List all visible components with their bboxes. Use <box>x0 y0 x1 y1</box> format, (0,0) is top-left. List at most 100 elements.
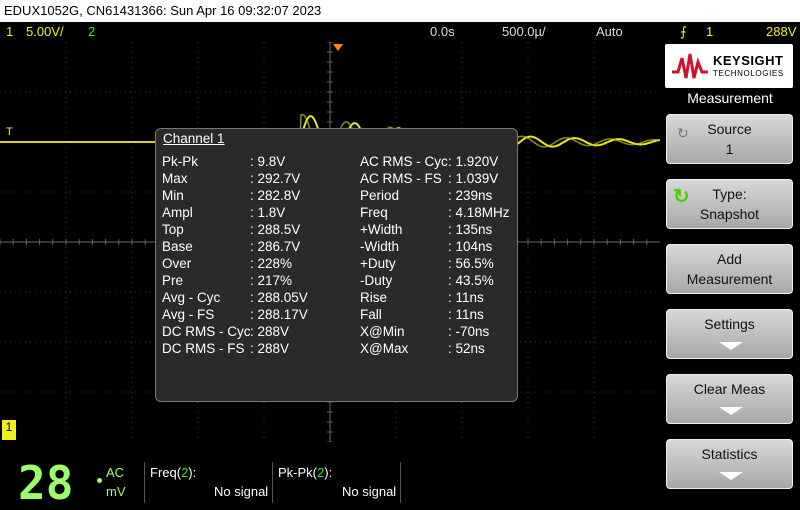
trigger-level-marker: T <box>6 126 13 138</box>
measurement-row: DC RMS - Cyc: 288V <box>162 323 342 340</box>
measurement-row: X@Max : 52ns <box>360 340 540 357</box>
measurement-row: -Width: 104ns <box>360 238 540 255</box>
softkey-panel: KEYSIGHT TECHNOLOGIES Measurement ↻ Sour… <box>660 42 800 503</box>
time-offset[interactable]: 0.0s <box>430 22 455 42</box>
measurement-label: Pk-Pk <box>162 154 199 169</box>
measurement-value: : 288.5V <box>250 222 301 237</box>
measurement-label: Period <box>360 188 400 203</box>
trigger-mode[interactable]: Auto <box>596 22 623 42</box>
title-bar: EDUX1052G, CN61431366: Sun Apr 16 09:32:… <box>0 0 800 22</box>
measurement-label: Top <box>162 222 184 237</box>
measurement-row: Fall: 11ns <box>360 306 540 323</box>
measurement-label: X@Min <box>360 324 405 339</box>
measurement-row: Max : 292.7V <box>162 170 342 187</box>
ch1-number[interactable]: 1 <box>6 22 13 42</box>
measurement-label: Base <box>162 239 193 254</box>
measurement-label: +Width <box>360 222 403 237</box>
trigger-level[interactable]: 288V <box>766 22 796 42</box>
measurement-row: Avg - FS: 288.17V <box>162 306 342 323</box>
dvm-dot-icon <box>97 478 102 483</box>
measurement-row: Period : 239ns <box>360 187 540 204</box>
measurement-value: : 9.8V <box>250 154 286 169</box>
statistics-softkey[interactable]: Statistics <box>666 439 793 489</box>
measurement-row: AC RMS - Cyc: 1.920V <box>360 153 540 170</box>
submenu-arrow-icon <box>719 407 743 415</box>
measurement-row: Rise: 11ns <box>360 289 540 306</box>
measurement-row: Pk-Pk : 9.8V <box>162 153 342 170</box>
measurement-value: : 239ns <box>448 188 493 203</box>
type-softkey[interactable]: ↻ Type: Snapshot <box>666 179 793 229</box>
measurement-row: Ampl : 1.8V <box>162 204 342 221</box>
measurement-value: : -70ns <box>448 324 490 339</box>
ch1-ground-marker[interactable]: 1 <box>2 420 16 440</box>
measurement-row: Over : 228% <box>162 255 342 272</box>
timebase[interactable]: 500.0µ/ <box>502 22 546 42</box>
measurement-label: Min <box>162 188 184 203</box>
freq-value: No signal <box>214 484 269 499</box>
measurement-value: : 56.5% <box>448 256 494 271</box>
dvm-readout[interactable]: 28 AC mV <box>0 456 145 510</box>
submenu-arrow-icon <box>719 342 743 350</box>
measurement-row: X@Min : -70ns <box>360 323 540 340</box>
measurement-value: : 292.7V <box>250 171 301 186</box>
clear-meas-softkey[interactable]: Clear Meas <box>666 374 793 424</box>
add-measurement-softkey[interactable]: Add Measurement <box>666 244 793 294</box>
keysight-wave-icon <box>672 53 708 79</box>
measurement-value: : 228% <box>250 256 293 271</box>
measurement-value: : 288.05V <box>250 290 308 305</box>
bottom-readout-bar: 28 AC mV Freq(2): No signal Pk-Pk(2): No… <box>0 456 660 510</box>
submenu-arrow-icon <box>719 472 743 480</box>
measurement-row: Top : 288.5V <box>162 221 342 238</box>
measurement-value: : 11ns <box>448 290 484 305</box>
measurement-label: Fall <box>360 307 382 322</box>
measurement-value: : 1.920V <box>448 154 499 169</box>
measurement-label: Ampl <box>162 205 193 220</box>
measurement-value: : 4.18MHz <box>448 205 510 220</box>
measurement-label: Max <box>162 171 188 186</box>
trigger-channel[interactable]: 1 <box>706 22 713 42</box>
measurement-row: Freq : 4.18MHz <box>360 204 540 221</box>
measurement-label: Avg - FS <box>162 307 215 322</box>
measurement-row: Pre : 217% <box>162 272 342 289</box>
measurement-label: -Width <box>360 239 400 254</box>
measurement-value: : 282.8V <box>250 188 301 203</box>
measurement-value: : 1.8V <box>250 205 286 220</box>
measurement-label: DC RMS - FS <box>162 341 245 356</box>
source-softkey[interactable]: ↻ Source 1 <box>666 114 793 164</box>
measurement-label: Avg - Cyc <box>162 290 221 305</box>
measurement-row: +Duty: 56.5% <box>360 255 540 272</box>
measurement-label: Freq <box>360 205 388 220</box>
dvm-coupling: AC <box>106 465 125 480</box>
measurement-row: AC RMS - FS: 1.039V <box>360 170 540 187</box>
measurement-value: : 288V <box>250 341 290 356</box>
ch2-number[interactable]: 2 <box>88 22 95 42</box>
measurement-label: Over <box>162 256 192 271</box>
measurement-label: Pre <box>162 273 184 288</box>
waveform-display[interactable]: T 1 Channel 1 Pk-Pk: 9.8V Max: 292.7V Min:… <box>0 42 660 442</box>
measurement-label: AC RMS - FS <box>360 171 442 186</box>
measurement-label: AC RMS - Cyc <box>360 154 448 169</box>
measurement-value: : 43.5% <box>448 273 494 288</box>
logo-line2: TECHNOLOGIES <box>713 69 784 78</box>
freq-ch2-readout[interactable]: Freq(2): No signal <box>144 462 273 503</box>
measurement-value: : 217% <box>250 273 293 288</box>
keysight-logo: KEYSIGHT TECHNOLOGIES <box>665 44 793 88</box>
dvm-units: mV <box>106 484 126 499</box>
measurement-row: Avg - Cyc : 288.05V <box>162 289 342 306</box>
dvm-digits: 28 <box>18 456 74 510</box>
logo-line1: KEYSIGHT <box>713 53 784 68</box>
status-bar: 1 5.00V/ 2 0.0s 500.0µ/ Auto ⨍ 1 288V <box>0 22 800 42</box>
pkpk-ch2-readout[interactable]: Pk-Pk(2): No signal <box>272 462 401 503</box>
measurement-label: DC RMS - Cyc <box>162 324 251 339</box>
measurement-value: : 288V <box>250 324 290 339</box>
measurement-value: : 52ns <box>448 341 485 356</box>
ch1-scale[interactable]: 5.00V/ <box>26 22 64 42</box>
measurement-label: -Duty <box>360 273 393 288</box>
measurement-value: : 135ns <box>448 222 493 237</box>
measurement-row: Min : 282.8V <box>162 187 342 204</box>
menu-title: Measurement <box>687 90 773 106</box>
trigger-position-marker <box>333 44 343 51</box>
measurement-label: X@Max <box>360 341 409 356</box>
trigger-icon: ⨍ <box>680 24 687 39</box>
settings-softkey[interactable]: Settings <box>666 309 793 359</box>
